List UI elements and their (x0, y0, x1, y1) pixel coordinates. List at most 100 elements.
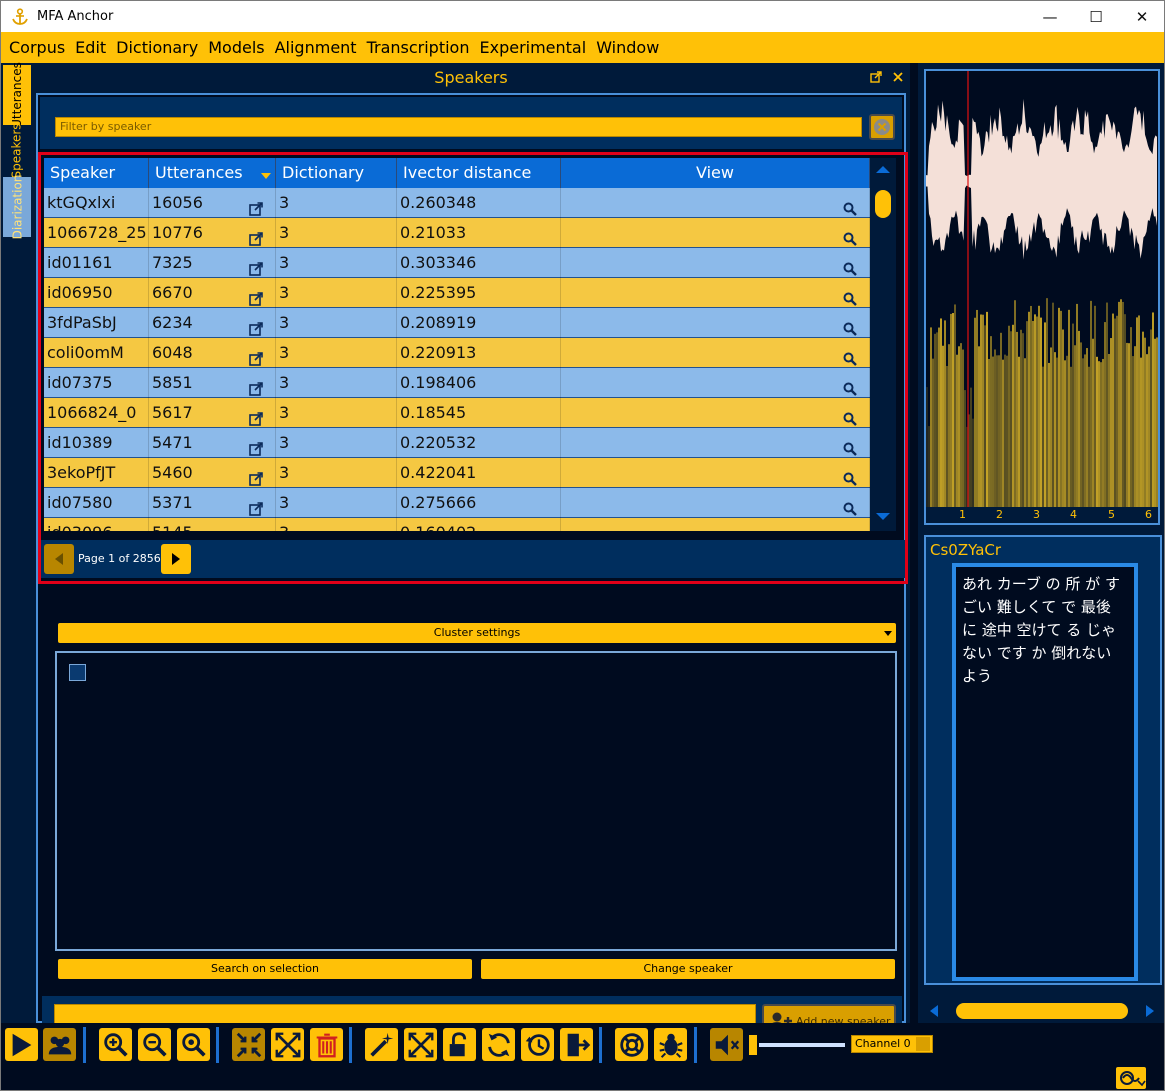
cell-utterances[interactable]: 10776 (149, 218, 276, 248)
zoom-out-button[interactable] (138, 1028, 171, 1061)
delete-button[interactable] (310, 1028, 343, 1061)
scroll-thumb[interactable] (875, 190, 891, 218)
cell-speaker[interactable]: 1066728_25 (44, 218, 149, 248)
prev-page-button[interactable] (44, 544, 74, 574)
search-icon[interactable] (843, 526, 857, 531)
cell-dictionary[interactable]: 3 (276, 338, 397, 368)
col-ivector-distance[interactable]: Ivector distance (397, 158, 561, 188)
search-icon[interactable] (843, 406, 857, 426)
menu-window[interactable]: Window (591, 38, 664, 57)
cell-dictionary[interactable]: 3 (276, 518, 397, 531)
cell-dictionary[interactable]: 3 (276, 188, 397, 218)
open-external-icon[interactable] (249, 196, 263, 216)
col-view[interactable]: View (561, 158, 870, 188)
volume-slider[interactable] (749, 1035, 847, 1055)
open-external-icon[interactable] (249, 436, 263, 456)
minimize-button[interactable]: — (1027, 1, 1073, 32)
cell-ivector-distance[interactable]: 0.220532 (397, 428, 561, 458)
col-utterances[interactable]: Utterances (149, 158, 276, 188)
lock-button[interactable] (443, 1028, 476, 1061)
table-row[interactable]: ktGQxlxi 16056 3 0.260348 (44, 188, 870, 218)
cell-ivector-distance[interactable]: 0.303346 (397, 248, 561, 278)
cell-view[interactable] (561, 188, 870, 218)
bug-button[interactable] (654, 1028, 687, 1061)
table-row[interactable]: 3ekoPfJT 5460 3 0.422041 (44, 458, 870, 488)
cell-dictionary[interactable]: 3 (276, 308, 397, 338)
menu-models[interactable]: Models (203, 38, 269, 57)
scroll-up-icon[interactable] (876, 166, 890, 173)
table-row[interactable]: 3fdPaSbJ 6234 3 0.208919 (44, 308, 870, 338)
tab-utterances[interactable]: Utterances (3, 62, 31, 128)
change-speaker-button[interactable]: Change speaker (481, 959, 895, 979)
cell-ivector-distance[interactable]: 0.220913 (397, 338, 561, 368)
cell-ivector-distance[interactable]: 0.275666 (397, 488, 561, 518)
speakers-button[interactable] (43, 1028, 76, 1061)
menu-corpus[interactable]: Corpus (4, 38, 70, 57)
cell-dictionary[interactable]: 3 (276, 218, 397, 248)
hscroll-thumb[interactable] (956, 1003, 1128, 1019)
cell-ivector-distance[interactable]: 0.225395 (397, 278, 561, 308)
table-row[interactable]: id07375 5851 3 0.198406 (44, 368, 870, 398)
cell-dictionary[interactable]: 3 (276, 488, 397, 518)
cell-view[interactable] (561, 488, 870, 518)
cell-dictionary[interactable]: 3 (276, 458, 397, 488)
cell-dictionary[interactable]: 3 (276, 248, 397, 278)
menu-experimental[interactable]: Experimental (474, 38, 591, 57)
cell-dictionary[interactable]: 3 (276, 278, 397, 308)
cell-utterances[interactable]: 5460 (149, 458, 276, 488)
cluster-plot[interactable] (55, 651, 897, 951)
cell-dictionary[interactable]: 3 (276, 398, 397, 428)
speaker-filter-input[interactable]: Filter by speaker (55, 117, 862, 137)
history-button[interactable] (521, 1028, 554, 1061)
cell-speaker[interactable]: id07375 (44, 368, 149, 398)
cell-dictionary[interactable]: 3 (276, 428, 397, 458)
export-button[interactable] (560, 1028, 593, 1061)
search-on-selection-button[interactable]: Search on selection (58, 959, 472, 979)
clear-filter-button[interactable] (869, 114, 895, 140)
cell-speaker[interactable]: 3ekoPfJT (44, 458, 149, 488)
cell-dictionary[interactable]: 3 (276, 368, 397, 398)
maximize-button[interactable]: ☐ (1073, 1, 1119, 32)
cell-view[interactable] (561, 398, 870, 428)
waveform-view[interactable]: 1 2 3 4 5 6 (924, 69, 1160, 525)
tab-diarization[interactable]: Diarization (3, 175, 31, 239)
cell-ivector-distance[interactable]: 0.21033 (397, 218, 561, 248)
open-external-icon[interactable] (249, 316, 263, 336)
table-row[interactable]: id06950 6670 3 0.225395 (44, 278, 870, 308)
open-external-icon[interactable] (249, 466, 263, 486)
next-page-button[interactable] (161, 544, 191, 574)
cell-utterances[interactable]: 5371 (149, 488, 276, 518)
col-speaker[interactable]: Speaker (44, 158, 149, 188)
scroll-right-icon[interactable] (1146, 1005, 1154, 1017)
table-row[interactable]: 1066824_0 5617 3 0.18545 (44, 398, 870, 428)
mute-button[interactable] (710, 1028, 743, 1061)
search-icon[interactable] (843, 346, 857, 366)
tab-speakers[interactable]: Speakers (3, 123, 31, 179)
table-row[interactable]: id01161 7325 3 0.303346 (44, 248, 870, 278)
open-external-icon[interactable] (249, 376, 263, 396)
cell-utterances[interactable]: 5471 (149, 428, 276, 458)
open-external-icon[interactable] (249, 526, 263, 531)
open-external-icon[interactable] (249, 226, 263, 246)
dock-close-icon[interactable] (893, 72, 903, 82)
table-row[interactable]: id030965145 30.160402 (44, 518, 870, 531)
cell-utterances[interactable]: 6670 (149, 278, 276, 308)
open-external-icon[interactable] (249, 286, 263, 306)
undock-icon[interactable] (870, 71, 882, 83)
cell-speaker[interactable]: ktGQxlxi (44, 188, 149, 218)
cell-ivector-distance[interactable]: 0.422041 (397, 458, 561, 488)
cell-utterances[interactable]: 5617 (149, 398, 276, 428)
cell-speaker[interactable]: 1066824_0 (44, 398, 149, 428)
fit-button[interactable] (404, 1028, 437, 1061)
channel-select[interactable]: Channel 0 (851, 1035, 933, 1053)
search-icon[interactable] (843, 466, 857, 486)
cell-view[interactable] (561, 278, 870, 308)
search-icon[interactable] (843, 376, 857, 396)
search-icon[interactable] (843, 316, 857, 336)
open-external-icon[interactable] (249, 346, 263, 366)
cell-utterances[interactable]: 7325 (149, 248, 276, 278)
cell-view[interactable] (561, 338, 870, 368)
status-indicator-icon[interactable] (1116, 1067, 1146, 1089)
menu-alignment[interactable]: Alignment (270, 38, 362, 57)
zoom-to-selection-button[interactable] (177, 1028, 210, 1061)
